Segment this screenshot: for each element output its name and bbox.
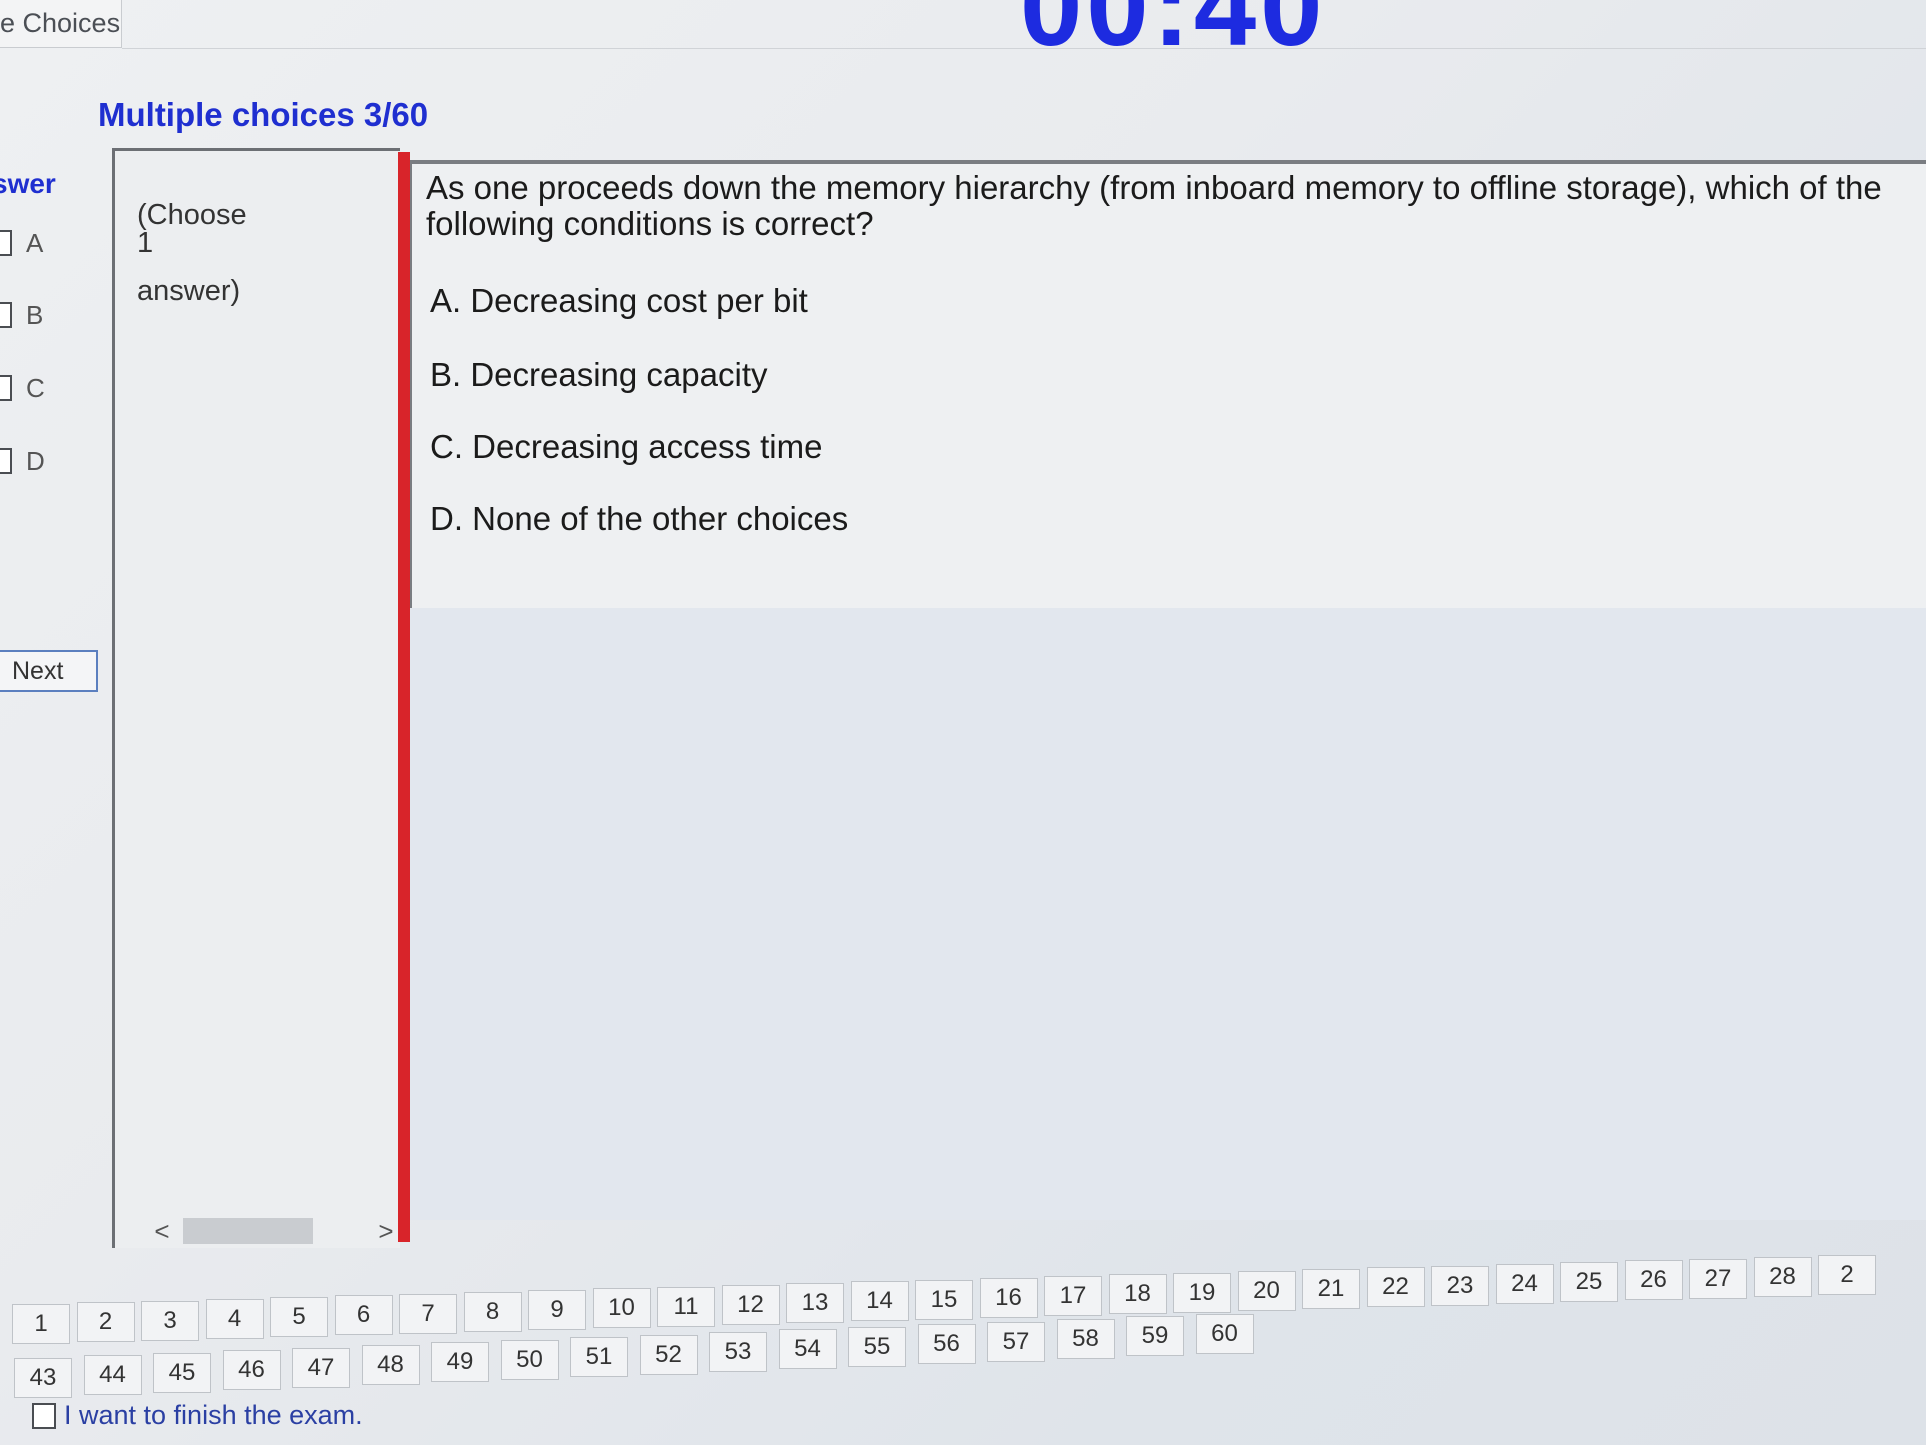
question-number-button[interactable]: 49	[431, 1342, 489, 1383]
exam-tab[interactable]: e Choices	[0, 0, 122, 48]
countdown-timer: 00:40	[1020, 0, 1327, 69]
question-number-button[interactable]: 4	[205, 1298, 264, 1339]
choice-a: A. Decreasing cost per bit	[430, 282, 808, 319]
question-number-button[interactable]: 52	[639, 1334, 698, 1375]
question-number-button[interactable]: 5	[270, 1297, 328, 1337]
checkbox-a[interactable]	[0, 230, 12, 256]
answer-option-d[interactable]: D	[0, 446, 45, 476]
horizontal-scrollbar[interactable]: < >	[149, 1216, 399, 1246]
question-number-button[interactable]: 22	[1366, 1267, 1425, 1308]
answer-label: swer	[0, 168, 56, 199]
question-number-button[interactable]: 9	[528, 1290, 586, 1330]
question-number-button[interactable]: 57	[987, 1321, 1045, 1362]
question-number-button[interactable]: 59	[1126, 1316, 1184, 1357]
question-number-button[interactable]: 45	[153, 1352, 211, 1393]
question-number-button[interactable]: 18	[1108, 1274, 1167, 1315]
choice-b: B. Decreasing capacity	[430, 356, 768, 393]
question-number-button[interactable]: 24	[1495, 1263, 1554, 1304]
option-c-label: C	[26, 372, 45, 403]
tab-label: e Choices	[0, 8, 121, 38]
checkbox-c[interactable]	[0, 375, 12, 401]
option-a-label: A	[26, 227, 44, 258]
question-number-button[interactable]: 6	[334, 1295, 393, 1336]
question-number-button[interactable]: 15	[915, 1279, 973, 1320]
divider-bar	[398, 152, 410, 1242]
answer-option-c[interactable]: C	[0, 373, 45, 403]
choice-d: D. None of the other choices	[430, 500, 849, 537]
question-number-button[interactable]: 11	[657, 1286, 715, 1327]
option-d-label: D	[26, 445, 45, 476]
scroll-thumb[interactable]	[183, 1218, 313, 1244]
question-number-button[interactable]: 8	[463, 1291, 522, 1332]
answer-option-a[interactable]: A	[0, 228, 43, 258]
instruction-panel: (Choose 1 answer) < >	[112, 148, 400, 1248]
finish-checkbox[interactable]	[32, 1402, 56, 1429]
question-number-button[interactable]: 7	[399, 1293, 457, 1334]
question-panel: As one proceeds down the memory hierarch…	[410, 160, 1926, 608]
question-number-button[interactable]: 25	[1560, 1262, 1618, 1302]
question-number-button[interactable]: 17	[1044, 1276, 1102, 1316]
question-number-button[interactable]: 21	[1302, 1269, 1360, 1309]
question-number-button[interactable]: 23	[1431, 1265, 1489, 1306]
question-number-button[interactable]: 60	[1195, 1313, 1254, 1354]
option-b-label: B	[26, 299, 44, 330]
question-number-button[interactable]: 2	[1818, 1255, 1876, 1295]
question-number-button[interactable]: 43	[14, 1358, 72, 1398]
content-area	[410, 608, 1926, 1220]
checkbox-d[interactable]	[0, 448, 12, 474]
question-number-button[interactable]: 3	[141, 1300, 199, 1341]
question-number-button[interactable]: 46	[222, 1350, 281, 1391]
question-number-button[interactable]: 19	[1173, 1272, 1231, 1313]
question-number-button[interactable]: 28	[1753, 1256, 1812, 1297]
question-number-button[interactable]: 50	[500, 1339, 559, 1380]
question-number-button[interactable]: 56	[917, 1324, 976, 1365]
question-number-button[interactable]: 12	[721, 1284, 780, 1325]
question-number-button[interactable]: 48	[361, 1345, 420, 1385]
scroll-left-icon[interactable]: <	[149, 1216, 175, 1247]
question-number-button[interactable]: 54	[778, 1329, 837, 1370]
question-number-button[interactable]: 27	[1689, 1258, 1747, 1299]
answer-option-b[interactable]: B	[0, 300, 43, 330]
question-number-button[interactable]: 16	[979, 1277, 1038, 1318]
page-title: Multiple choices 3/60	[98, 96, 429, 133]
question-number-button[interactable]: 55	[848, 1326, 906, 1367]
question-number-button[interactable]: 1	[12, 1304, 70, 1344]
finish-label: I want to finish the exam.	[64, 1400, 363, 1430]
question-number-button[interactable]: 26	[1624, 1260, 1683, 1301]
question-number-button[interactable]: 44	[83, 1355, 142, 1396]
checkbox-b[interactable]	[0, 302, 12, 328]
instruction-text: (Choose 1 answer)	[137, 199, 247, 307]
question-number-button[interactable]: 58	[1056, 1319, 1115, 1359]
next-button[interactable]: Next	[0, 650, 98, 692]
scroll-right-icon[interactable]: >	[373, 1216, 399, 1247]
question-text: As one proceeds down the memory hierarch…	[426, 169, 1882, 242]
question-number-button[interactable]: 47	[292, 1347, 350, 1388]
question-number-button[interactable]: 10	[592, 1288, 651, 1329]
finish-exam-option[interactable]: I want to finish the exam.	[32, 1400, 363, 1431]
question-number-button[interactable]: 53	[709, 1332, 767, 1372]
question-number-button[interactable]: 20	[1237, 1270, 1296, 1311]
choice-c: C. Decreasing access time	[430, 428, 823, 465]
question-number-button[interactable]: 14	[850, 1281, 909, 1322]
question-number-button[interactable]: 2	[76, 1302, 135, 1343]
question-number-button[interactable]: 51	[570, 1337, 628, 1378]
question-number-button[interactable]: 13	[786, 1283, 844, 1323]
